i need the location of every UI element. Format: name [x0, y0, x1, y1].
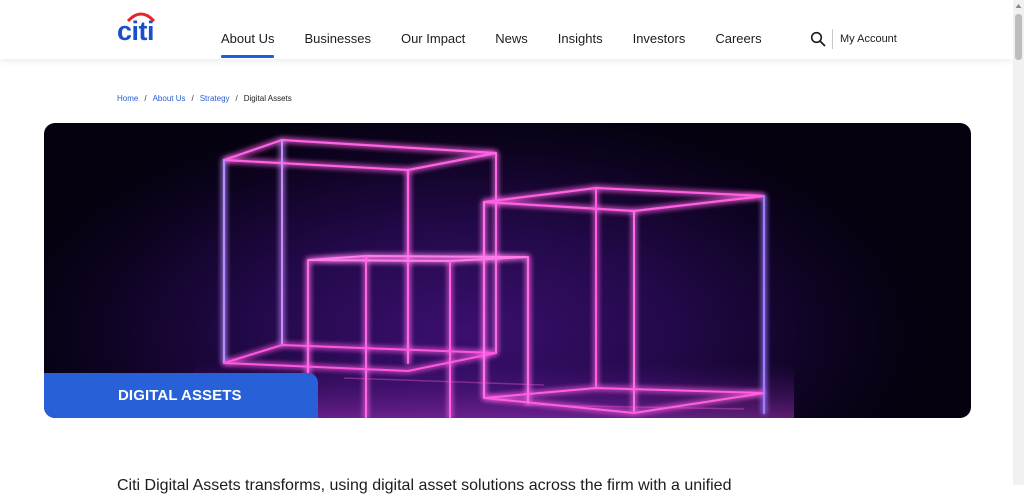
site-header: citi About Us Businesses Our Impact News… — [0, 0, 1013, 59]
hero-title-tab: DIGITAL ASSETS — [44, 373, 318, 418]
scroll-up-arrow-icon[interactable] — [1015, 3, 1022, 9]
main-nav: About Us Businesses Our Impact News Insi… — [221, 30, 792, 58]
breadcrumb-separator: / — [144, 94, 147, 103]
citi-logo[interactable]: citi — [117, 12, 156, 46]
nav-our-impact[interactable]: Our Impact — [401, 30, 465, 50]
hero-title: DIGITAL ASSETS — [118, 387, 242, 404]
header-divider — [832, 29, 833, 49]
breadcrumb-separator: / — [191, 94, 194, 103]
nav-about-us[interactable]: About Us — [221, 30, 275, 58]
page-scrollbar[interactable] — [1013, 0, 1024, 485]
nav-insights[interactable]: Insights — [558, 30, 603, 50]
nav-careers[interactable]: Careers — [715, 30, 761, 50]
scrollbar-thumb[interactable] — [1015, 14, 1022, 60]
logo-arc-icon — [126, 12, 156, 22]
breadcrumb-about-us[interactable]: About Us — [153, 94, 186, 104]
breadcrumb-current: Digital Assets — [243, 94, 292, 103]
breadcrumb-separator: / — [235, 94, 238, 103]
hero-banner: DIGITAL ASSETS — [44, 123, 971, 418]
breadcrumb-home[interactable]: Home — [117, 94, 138, 104]
nav-investors[interactable]: Investors — [633, 30, 686, 50]
search-icon[interactable] — [810, 31, 826, 47]
breadcrumb-strategy[interactable]: Strategy — [200, 94, 230, 104]
intro-paragraph: Citi Digital Assets transforms, using di… — [117, 477, 732, 494]
nav-businesses[interactable]: Businesses — [304, 30, 370, 50]
my-account-link[interactable]: My Account — [840, 32, 897, 46]
breadcrumb: Home / About Us / Strategy / Digital Ass… — [117, 94, 292, 104]
nav-news[interactable]: News — [495, 30, 528, 50]
